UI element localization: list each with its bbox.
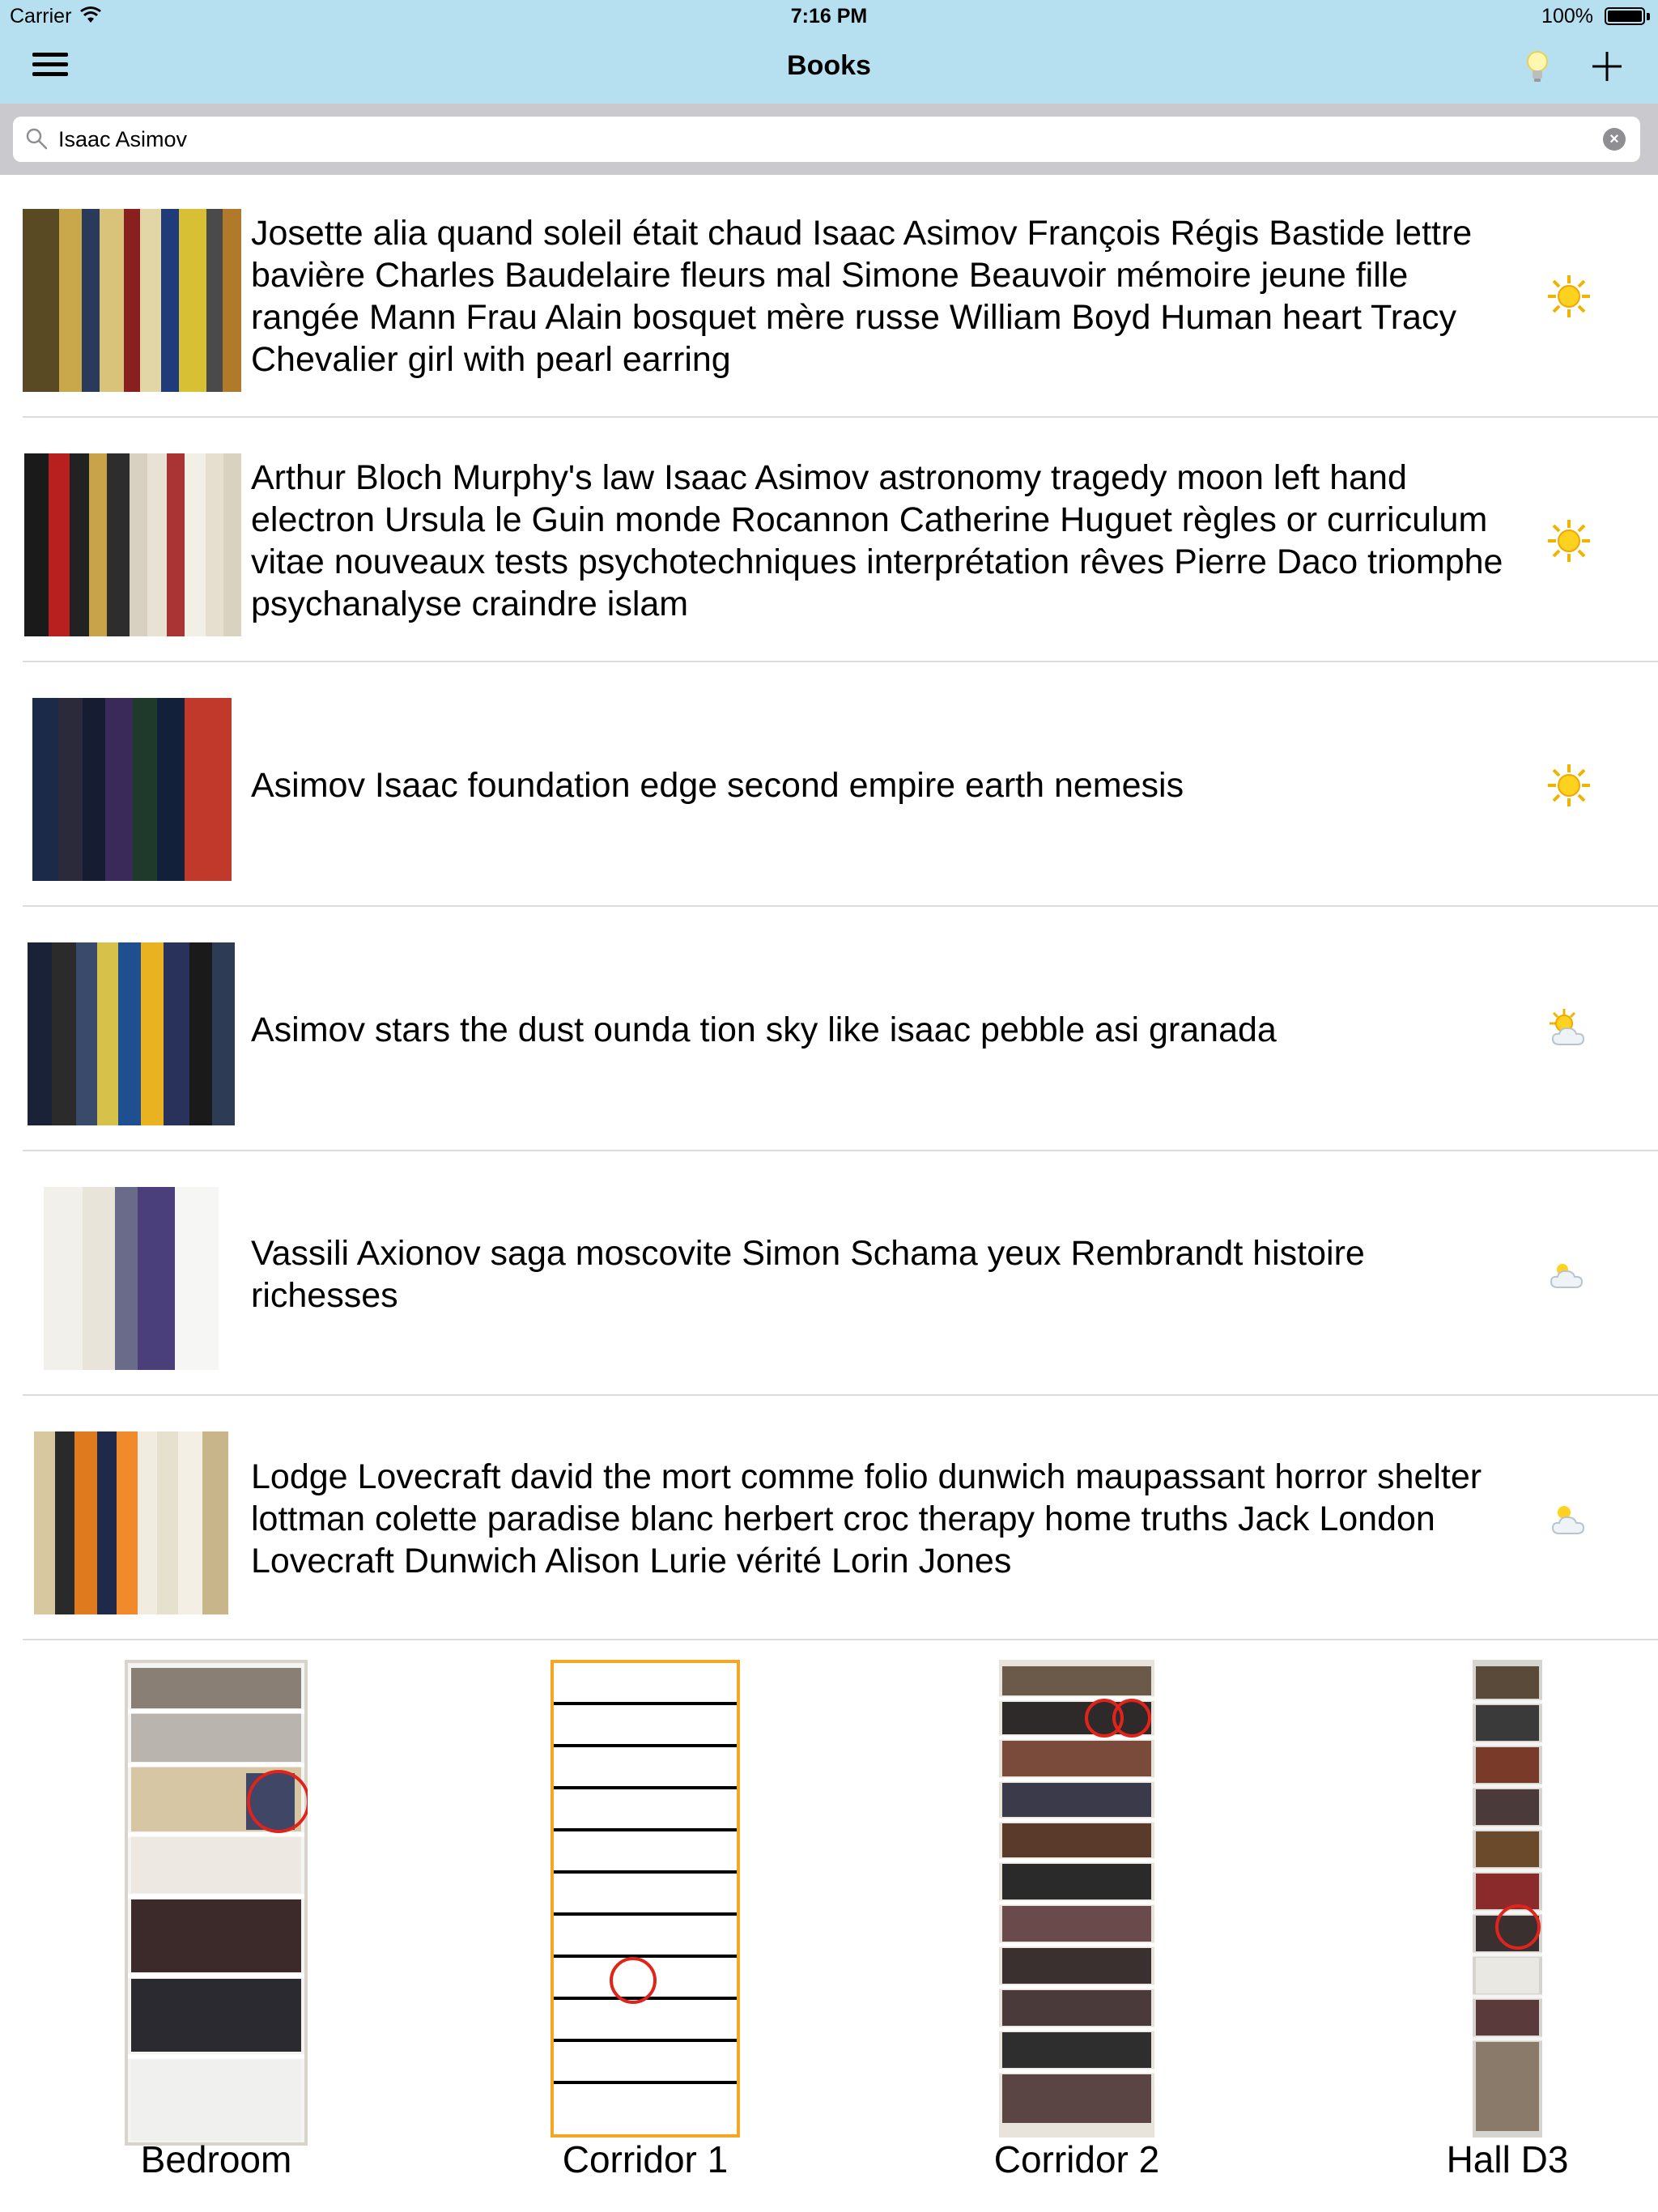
lightbulb-icon[interactable] xyxy=(1520,47,1554,90)
book-list-text: Arthur Bloch Murphy's law Isaac Asimov a… xyxy=(251,458,1503,623)
bookcase-image xyxy=(125,1660,310,2146)
shelf-bedroom[interactable] xyxy=(125,1660,310,2146)
shelf-label: Corridor 2 xyxy=(993,2138,1160,2180)
shelf-corridor-2[interactable] xyxy=(999,1660,1154,2146)
battery-percent: 100% xyxy=(1541,5,1593,28)
book-list-text: Asimov Isaac foundation edge second empi… xyxy=(251,766,1184,805)
navigation-bar: Carrier 7:16 PM 100% Books xyxy=(0,0,1658,104)
add-icon[interactable] xyxy=(1591,42,1623,91)
book-list-text: Asimov stars the dust ounda tion sky lik… xyxy=(251,1010,1277,1049)
shelf-corridor-1[interactable] xyxy=(551,1660,740,2146)
shelf-label: Hall D3 xyxy=(1446,2138,1569,2180)
sun-icon xyxy=(1545,761,1593,810)
list-item[interactable]: Vassili Axionov saga moscovite Simon Sch… xyxy=(23,1153,1658,1396)
hamburger-menu-icon[interactable] xyxy=(32,53,68,80)
sun-icon xyxy=(1545,517,1593,565)
sun-icon xyxy=(1545,272,1593,321)
shelf-label: Corridor 1 xyxy=(562,2138,729,2180)
search-input[interactable] xyxy=(58,121,1596,157)
shelf-photo-thumbnail xyxy=(23,209,241,392)
book-list-text: Lodge Lovecraft david the mort comme fol… xyxy=(251,1457,1482,1580)
shelf-photo-thumbnail xyxy=(44,1187,219,1370)
book-list-text: Josette alia quand soleil était chaud Is… xyxy=(251,214,1473,379)
book-list-text: Vassili Axionov saga moscovite Simon Sch… xyxy=(251,1234,1365,1315)
search-field[interactable]: × xyxy=(13,117,1640,162)
shelf-label: Bedroom xyxy=(140,2138,292,2180)
shelf-photo-thumbnail xyxy=(32,698,232,881)
bookcase-image xyxy=(1473,1660,1542,2138)
bookcase-image xyxy=(999,1660,1154,2138)
search-bar: × xyxy=(0,104,1658,175)
page-title: Books xyxy=(787,50,871,81)
search-icon xyxy=(24,126,49,155)
cloud-icon xyxy=(1545,1250,1593,1299)
shelf-photo-thumbnail xyxy=(28,942,235,1125)
list-item[interactable]: Arthur Bloch Murphy's law Isaac Asimov a… xyxy=(23,419,1658,662)
clear-search-icon[interactable]: × xyxy=(1603,128,1626,151)
list-item[interactable]: Asimov stars the dust ounda tion sky lik… xyxy=(23,908,1658,1151)
shelf-photo-thumbnail xyxy=(24,453,241,636)
list-item[interactable]: Lodge Lovecraft david the mort comme fol… xyxy=(23,1397,1658,1640)
bookcase-diagram xyxy=(551,1660,740,2138)
status-bar: Carrier 7:16 PM 100% xyxy=(0,0,1658,32)
sun-cloud-icon xyxy=(1545,1495,1593,1543)
list-item[interactable]: Asimov Isaac foundation edge second empi… xyxy=(23,664,1658,907)
list-item[interactable]: Josette alia quand soleil était chaud Is… xyxy=(23,175,1658,418)
shelf-photo-thumbnail xyxy=(34,1431,228,1614)
shelf-hall-d3[interactable] xyxy=(1473,1660,1542,2146)
battery-icon xyxy=(1605,7,1645,25)
sun-cloud-icon xyxy=(1545,1006,1593,1054)
clock: 7:16 PM xyxy=(790,5,868,28)
